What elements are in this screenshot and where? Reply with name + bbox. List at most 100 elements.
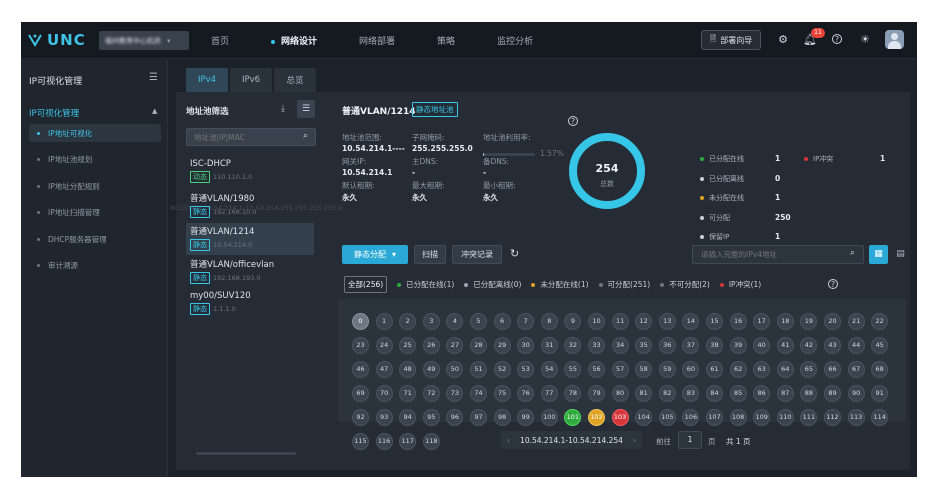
pool-list-item[interactable]: ISC-DHCP 动态 110.110.1.0 (186, 157, 314, 189)
ip-cell[interactable]: 48 (399, 361, 417, 378)
ip-cell[interactable]: 103 (611, 409, 629, 426)
ip-cell[interactable]: 38 (706, 337, 723, 354)
ip-cell[interactable]: 92 (352, 409, 369, 426)
ip-cell[interactable]: 23 (352, 337, 369, 354)
download-icon[interactable]: ⤓ (281, 104, 285, 114)
ip-cell[interactable]: 67 (847, 361, 865, 378)
ip-cell[interactable]: 62 (729, 361, 747, 378)
ip-cell[interactable]: 0 (352, 313, 369, 330)
chevron-right-icon[interactable]: › (633, 436, 636, 445)
ip-cell[interactable]: 42 (800, 337, 818, 354)
ip-cell[interactable]: 63 (753, 361, 771, 378)
ip-range-pager[interactable]: ‹ 10.54.214.1-10.54.214.254 › (501, 431, 642, 449)
ip-cell[interactable]: 26 (422, 337, 440, 354)
pool-list-item[interactable]: 普通VLAN/officevlan 静态 192.168.193.0 (186, 256, 314, 288)
ip-cell[interactable]: 60 (682, 361, 700, 378)
ip-cell[interactable]: 58 (635, 361, 653, 378)
ip-cell[interactable]: 64 (776, 361, 794, 378)
ip-cell[interactable]: 14 (682, 313, 700, 330)
ip-cell[interactable]: 17 (753, 313, 771, 330)
ip-cell[interactable]: 15 (706, 313, 723, 330)
ip-cell[interactable]: 84 (706, 385, 723, 402)
sidebar-item[interactable]: 审计溯源 (29, 257, 161, 275)
ip-cell[interactable]: 19 (800, 313, 818, 330)
ip-cell[interactable]: 116 (375, 433, 393, 450)
ip-cell[interactable]: 108 (729, 409, 747, 426)
deploy-wizard-button[interactable]: 🗎 部署向导 (701, 30, 761, 50)
ip-cell[interactable]: 88 (800, 385, 818, 402)
pool-scrollbar[interactable] (196, 452, 296, 455)
sidebar-group-label[interactable]: IP可视化管理 (29, 107, 79, 119)
ip-cell[interactable]: 117 (399, 433, 417, 450)
ip-cell[interactable]: 4 (446, 313, 464, 330)
sidebar-item[interactable]: IP地址扫描管理 (29, 204, 161, 222)
ip-cell[interactable]: 98 (493, 409, 511, 426)
ip-cell[interactable]: 33 (588, 337, 605, 354)
ip-cell[interactable]: 102 (588, 409, 605, 426)
ip-cell[interactable]: 52 (493, 361, 511, 378)
filter-chip[interactable]: 全部(256) (344, 276, 388, 293)
ip-cell[interactable]: 115 (352, 433, 369, 450)
nav-item-2[interactable]: 网络设计 (271, 34, 317, 47)
ip-cell[interactable]: 31 (540, 337, 558, 354)
ip-cell[interactable]: 112 (824, 409, 841, 426)
nav-item-5[interactable]: 监控分析 (497, 34, 533, 47)
ip-cell[interactable]: 68 (871, 361, 889, 378)
ip-cell[interactable]: 73 (446, 385, 464, 402)
help-icon[interactable]: ? (831, 33, 845, 44)
ip-cell[interactable]: 25 (399, 337, 417, 354)
conflict-log-button[interactable]: 冲突记录 (452, 245, 502, 264)
help-icon[interactable]: ? (568, 116, 578, 126)
ip-cell[interactable]: 97 (470, 409, 487, 426)
tab-ipv4[interactable]: IPv4 (186, 68, 228, 92)
ip-cell[interactable]: 6 (493, 313, 511, 330)
ip-cell[interactable]: 45 (871, 337, 889, 354)
ip-cell[interactable]: 96 (446, 409, 464, 426)
grid-view-icon[interactable]: ▦ (869, 245, 888, 264)
ip-cell[interactable]: 47 (375, 361, 393, 378)
ip-cell[interactable]: 87 (776, 385, 794, 402)
collapse-sidebar-icon[interactable]: ☰ (149, 72, 158, 83)
nav-item-3[interactable]: 网络部署 (359, 34, 395, 47)
page-input[interactable]: 1 (678, 431, 702, 449)
ip-cell[interactable]: 1 (375, 313, 393, 330)
filter-chip[interactable]: 不可分配(2) (660, 279, 710, 290)
ip-cell[interactable]: 20 (824, 313, 841, 330)
ip-cell[interactable]: 80 (611, 385, 629, 402)
ip-cell[interactable]: 118 (422, 433, 440, 450)
ip-cell[interactable]: 53 (517, 361, 535, 378)
ip-cell[interactable]: 90 (847, 385, 865, 402)
sidebar-item[interactable]: DHCP服务器管理 (29, 230, 161, 248)
ip-cell[interactable]: 79 (588, 385, 605, 402)
ip-cell[interactable]: 36 (658, 337, 676, 354)
scan-button[interactable]: 扫描 (414, 245, 446, 264)
ip-cell[interactable]: 30 (517, 337, 535, 354)
search-icon[interactable]: ⌕ (303, 131, 308, 141)
ip-cell[interactable]: 13 (658, 313, 676, 330)
tab-ipv6[interactable]: IPv6 (230, 68, 272, 92)
brand-logo[interactable]: UNC (27, 31, 86, 49)
ip-cell[interactable]: 72 (422, 385, 440, 402)
ip-search-input[interactable] (692, 245, 864, 264)
sidebar-item[interactable]: IP地址可视化 (29, 124, 161, 142)
ip-cell[interactable]: 12 (635, 313, 653, 330)
ip-cell[interactable]: 78 (564, 385, 582, 402)
ip-cell[interactable]: 99 (517, 409, 535, 426)
ip-cell[interactable]: 39 (729, 337, 747, 354)
ip-cell[interactable]: 3 (422, 313, 440, 330)
ip-cell[interactable]: 100 (540, 409, 558, 426)
ip-cell[interactable]: 56 (588, 361, 605, 378)
ip-cell[interactable]: 21 (847, 313, 865, 330)
ip-cell[interactable]: 54 (540, 361, 558, 378)
ip-cell[interactable]: 91 (871, 385, 889, 402)
tab-总览[interactable]: 总览 (274, 68, 316, 92)
ip-cell[interactable]: 16 (729, 313, 747, 330)
pool-list-item[interactable]: 普通VLAN/1214 静态 10.54.214.0 (186, 223, 314, 255)
ip-cell[interactable]: 10 (588, 313, 605, 330)
ip-cell[interactable]: 109 (753, 409, 771, 426)
ip-cell[interactable]: 69 (352, 385, 369, 402)
nav-item-4[interactable]: 策略 (437, 34, 455, 47)
static-alloc-button[interactable]: 静态分配 ▾ (342, 245, 408, 264)
ip-cell[interactable]: 49 (422, 361, 440, 378)
ip-cell[interactable]: 93 (375, 409, 393, 426)
